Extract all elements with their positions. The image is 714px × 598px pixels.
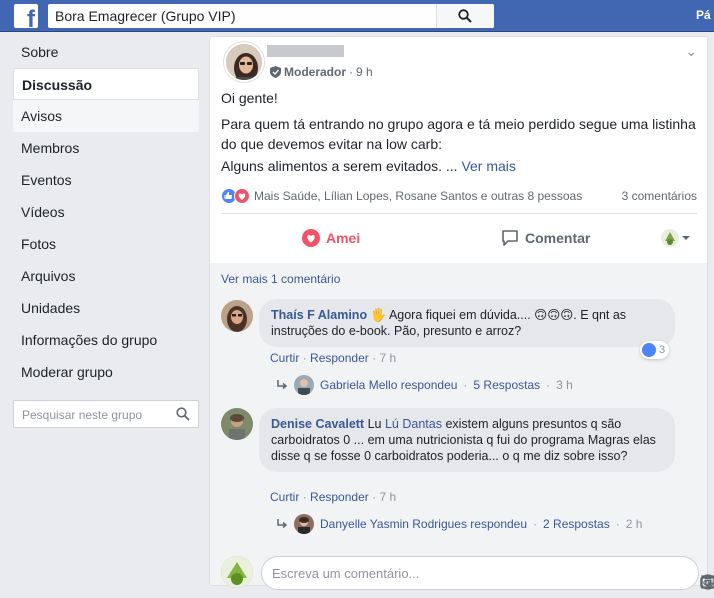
comment-like-button[interactable]: Curtir (270, 351, 299, 365)
reply-arrow-icon (277, 519, 288, 529)
comment-bubble: Denise Cavalett Lu Lú Dantas existem alg… (259, 408, 675, 472)
sidebar-item-discussao[interactable]: Discussão (13, 68, 199, 100)
sidebar-item-videos[interactable]: Vídeos (13, 196, 199, 228)
post-card: Moderador · 9 h ⌄ Oi gente! Para quem tá… (209, 36, 714, 590)
comment-reply-button[interactable]: Responder (310, 490, 369, 504)
comment-time[interactable]: 7 h (379, 351, 396, 365)
sidebar-item-moderar[interactable]: Moderar grupo (13, 356, 199, 388)
comment-reply-button[interactable]: Responder (310, 351, 369, 365)
replies-summary[interactable]: Danyelle Yasmin Rodrigues respondeu · 2 … (276, 514, 642, 534)
page-avatar-icon (221, 556, 253, 588)
comment-avatar[interactable] (221, 408, 253, 440)
wave-hand-icon: 🖐 (370, 308, 387, 322)
top-navigation-bar: f Bora Emagrecer (Grupo VIP) Pá (0, 0, 714, 32)
reactions-names[interactable]: Mais Saúde, Lílian Lopes, Rosane Santos … (254, 189, 582, 203)
reply-arrow-icon (277, 380, 288, 390)
comment-text-start: Lu (367, 417, 382, 431)
profile-name-link[interactable]: Pá (696, 8, 711, 22)
comment-author[interactable]: Denise Cavalett (271, 417, 364, 431)
post-text-greeting: Oi gente! (221, 90, 278, 106)
comment-composer: Escreva um comentário... GIF (221, 556, 714, 590)
reply-avatar (294, 514, 314, 534)
post-actions: Amei Comentar (221, 221, 697, 253)
comment-time[interactable]: 7 h (379, 490, 396, 504)
comment-actions: Curtir · Responder · 7 h (270, 490, 397, 504)
comment-reaction-count[interactable]: 3 (640, 341, 670, 359)
comment-avatar[interactable] (221, 300, 253, 332)
reply-author[interactable]: Gabriela Mello respondeu (320, 378, 457, 392)
reply-count[interactable]: 5 Respostas (473, 378, 540, 392)
reply-author[interactable]: Danyelle Yasmin Rodrigues respondeu (320, 517, 527, 531)
global-search-input[interactable]: Bora Emagrecer (Grupo VIP) (48, 4, 494, 28)
facebook-logo-icon[interactable]: f (14, 4, 38, 28)
person-photo-icon (221, 408, 253, 440)
post-text-list: Alguns alimentos a serem evitados. ... V… (221, 156, 516, 176)
comment-actions: Curtir · Responder · 7 h (270, 351, 397, 365)
current-user-avatar (221, 556, 253, 588)
comment-input[interactable]: Escreva um comentário... GIF (261, 556, 714, 590)
sidebar-item-avisos[interactable]: Avisos (13, 100, 199, 132)
group-search-placeholder: Pesquisar neste grupo (22, 408, 143, 422)
comments-section: Ver mais 1 comentário Thaís F Alamino 🖐 … (210, 263, 714, 590)
search-icon (458, 9, 472, 23)
group-search-input[interactable]: Pesquisar neste grupo (13, 400, 199, 428)
comments-count[interactable]: 3 comentários (622, 189, 697, 203)
group-sidebar: Sobre Discussão Avisos Membros Eventos V… (13, 36, 199, 388)
author-avatar[interactable] (224, 42, 264, 82)
post-time[interactable]: 9 h (356, 65, 373, 79)
meta-separator: · (349, 65, 354, 79)
like-reaction-icon (642, 343, 656, 357)
comment-button-label: Comentar (525, 230, 591, 246)
sidebar-item-unidades[interactable]: Unidades (13, 292, 199, 324)
reply-time: 3 h (556, 378, 573, 392)
reply-time: 2 h (625, 517, 643, 531)
replies-summary[interactable]: Gabriela Mello respondeu · 5 Respostas ·… (276, 375, 573, 395)
dropdown-caret-icon (682, 236, 690, 240)
comment-author[interactable]: Thaís F Alamino (271, 308, 367, 322)
comment-input-placeholder: Escreva um comentário... (272, 566, 420, 581)
sidebar-item-arquivos[interactable]: Arquivos (13, 260, 199, 292)
person-photo-icon (221, 300, 253, 332)
post-text-intro: Para quem tá entrando no grupo agora e t… (221, 116, 696, 152)
reactions-summary[interactable]: Mais Saúde, Lílian Lopes, Rosane Santos … (221, 188, 582, 204)
sidebar-item-informacoes[interactable]: Informações do grupo (13, 324, 199, 356)
love-button[interactable]: Amei (302, 229, 360, 247)
post-meta: Moderador · 9 h (270, 65, 373, 79)
post-text-list-content: Alguns alimentos a serem evitados. ... (221, 158, 458, 174)
love-button-label: Amei (326, 230, 361, 246)
see-more-link[interactable]: Ver mais (461, 158, 515, 174)
sidebar-item-sobre[interactable]: Sobre (13, 36, 199, 68)
reply-avatar (294, 375, 314, 395)
sticker-icon[interactable] (700, 574, 714, 590)
author-name-redacted[interactable] (267, 45, 344, 57)
love-reaction-icon (234, 188, 250, 204)
comment-button[interactable]: Comentar (501, 229, 590, 247)
comment-reaction-number: 3 (659, 344, 666, 356)
comment-bubble: Thaís F Alamino 🖐 Agora fiquei em dúvida… (259, 299, 675, 347)
person-photo-icon (226, 44, 262, 80)
post-options-chevron-icon[interactable]: ⌄ (685, 43, 697, 60)
author-role: Moderador (284, 65, 347, 79)
see-more-comments-link[interactable]: Ver mais 1 comentário (221, 272, 340, 286)
page-avatar-icon (661, 229, 679, 247)
sidebar-item-eventos[interactable]: Eventos (13, 164, 199, 196)
comment-mention[interactable]: Lú Dantas (385, 417, 442, 431)
search-button[interactable] (436, 4, 494, 28)
search-query-text: Bora Emagrecer (Grupo VIP) (55, 8, 236, 24)
divider (221, 213, 697, 214)
sidebar-item-membros[interactable]: Membros (13, 132, 199, 164)
moderator-shield-icon (270, 66, 281, 78)
comment-bubble-icon (502, 230, 518, 246)
comment-like-button[interactable]: Curtir (270, 490, 299, 504)
sidebar-item-fotos[interactable]: Fotos (13, 228, 199, 260)
search-icon (176, 407, 190, 421)
reaction-as-selector[interactable] (661, 229, 691, 247)
heart-icon (302, 229, 320, 247)
reply-count[interactable]: 2 Respostas (543, 517, 610, 531)
